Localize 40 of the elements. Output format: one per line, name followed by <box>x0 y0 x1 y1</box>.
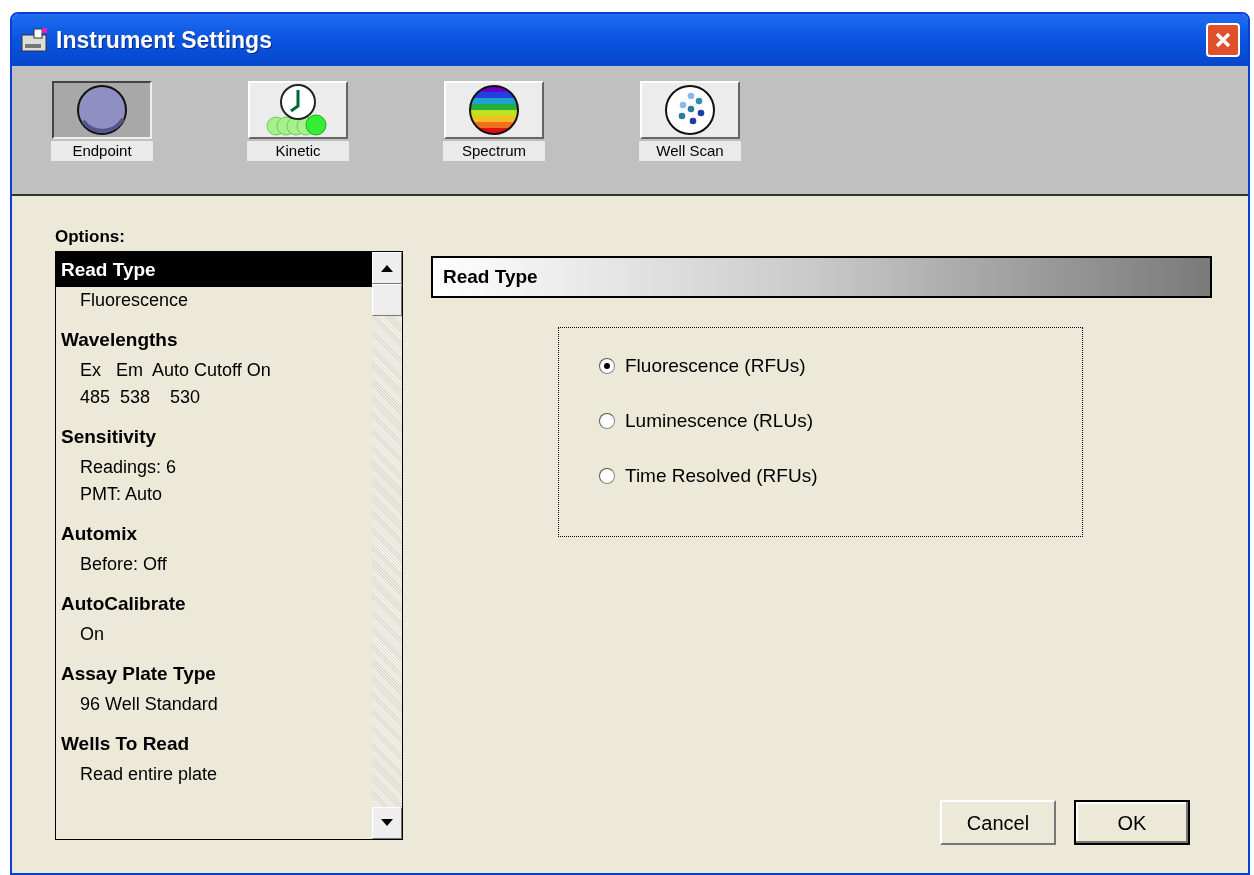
scroll-down-button[interactable] <box>372 807 402 839</box>
option-value: On <box>80 623 105 646</box>
option-value: 485 538 530 <box>80 386 202 409</box>
scroll-thumb[interactable] <box>372 284 402 316</box>
option-value: PMT: Auto <box>80 483 164 506</box>
radio-label: Luminescence (RLUs) <box>625 409 813 433</box>
option-heading[interactable]: Wavelengths <box>56 322 372 357</box>
section-title: Read Type <box>443 264 538 289</box>
down-arrow-icon <box>381 819 393 827</box>
window-title: Instrument Settings <box>56 25 272 55</box>
close-button[interactable] <box>1206 23 1240 57</box>
dialog-button[interactable]: OK <box>1074 800 1190 845</box>
options-label: Options: <box>55 226 126 248</box>
option-heading[interactable]: Assay Plate Type <box>56 656 372 691</box>
option-value: 96 Well Standard <box>80 693 219 716</box>
close-icon <box>1214 31 1232 49</box>
scrollbar[interactable] <box>372 252 402 839</box>
option-value: Readings: 6 <box>80 456 178 479</box>
option-heading[interactable]: Read Type <box>56 252 372 287</box>
option-heading[interactable]: Sensitivity <box>56 419 372 454</box>
option-heading[interactable]: Wells To Read <box>56 726 372 761</box>
option-value: Fluorescence <box>80 289 190 312</box>
option-value: Ex Em Auto Cutoff On <box>80 359 272 382</box>
option-value: Read entire plate <box>80 763 219 786</box>
radio-label: Fluorescence (RFUs) <box>625 354 806 378</box>
radio-button[interactable] <box>599 468 615 484</box>
option-heading[interactable]: AutoCalibrate <box>56 586 372 621</box>
option-value: Before: Off <box>80 553 168 576</box>
rainbow-circle-icon <box>467 83 521 137</box>
up-arrow-icon <box>381 264 393 272</box>
scroll-up-button[interactable] <box>372 252 402 284</box>
dotted-circle-icon <box>663 83 717 137</box>
radio-button[interactable] <box>599 358 615 374</box>
option-heading[interactable]: Automix <box>56 516 372 551</box>
radio-button[interactable] <box>599 413 615 429</box>
dialog-button[interactable]: Cancel <box>940 800 1056 845</box>
radio-label: Time Resolved (RFUs) <box>625 464 818 488</box>
circle-icon <box>75 83 129 137</box>
window-icon <box>20 27 50 53</box>
clock-icon <box>266 82 330 138</box>
